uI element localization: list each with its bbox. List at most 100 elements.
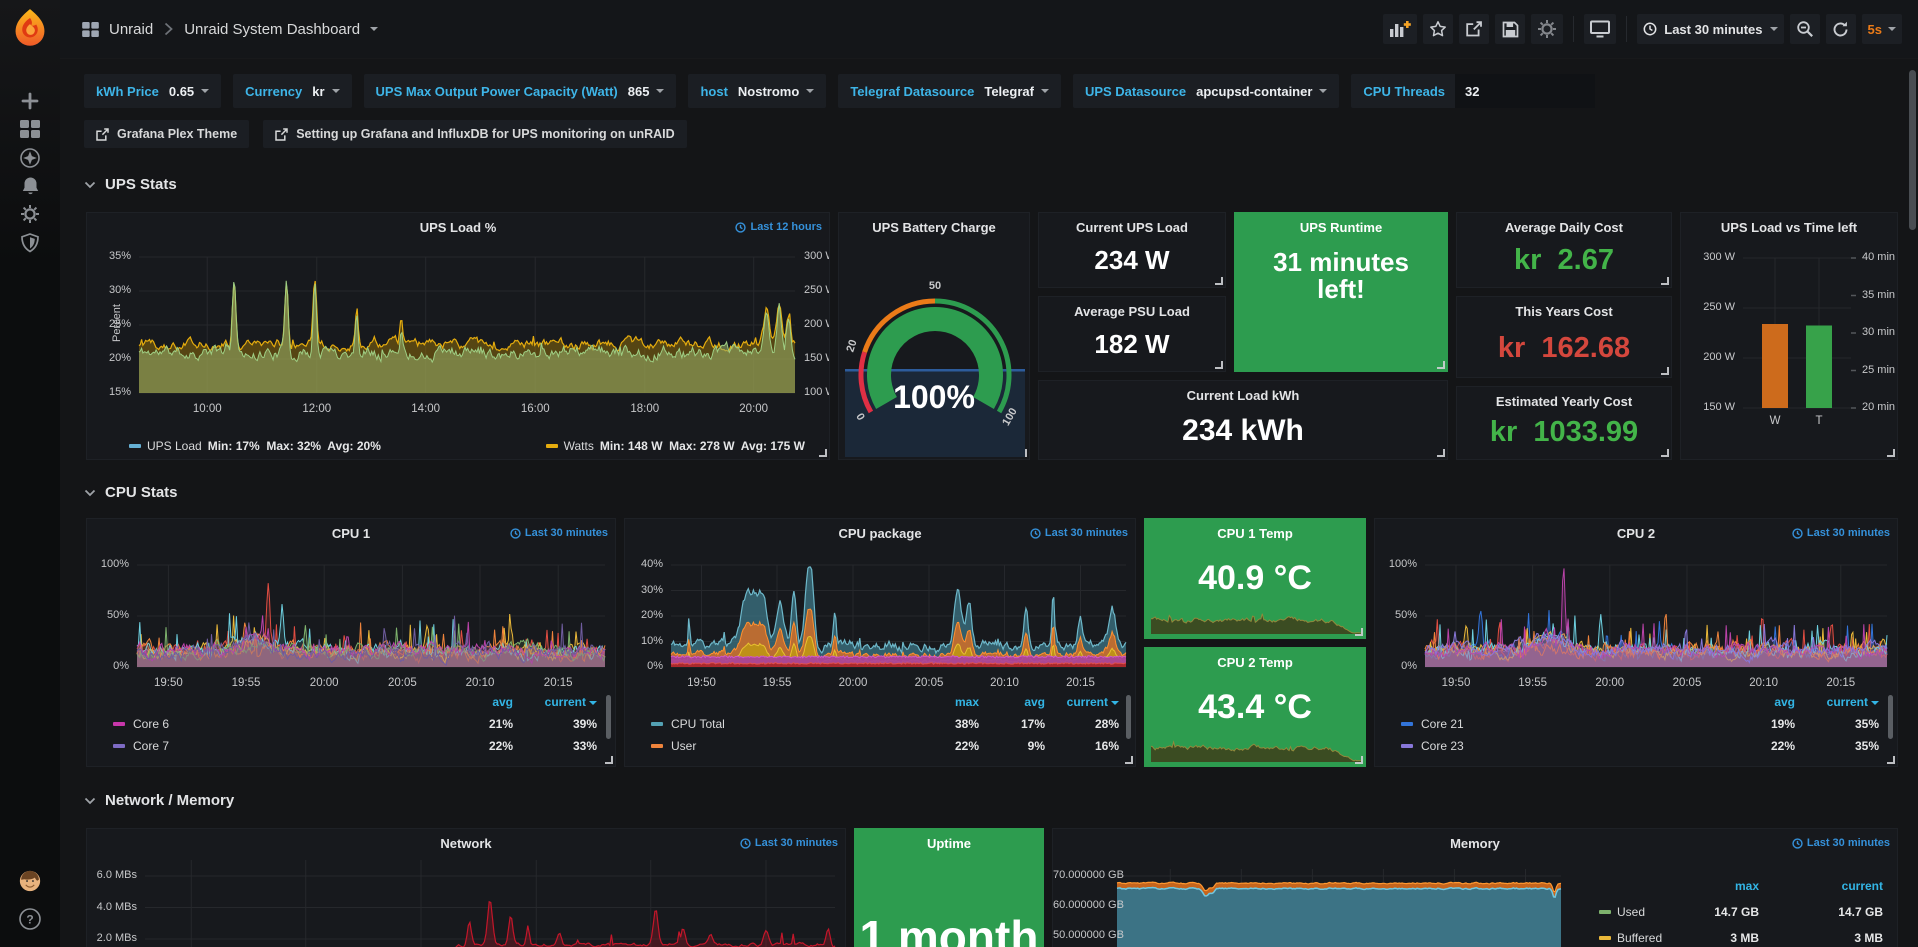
explore-icon[interactable] — [19, 147, 41, 169]
panel-resize-handle[interactable] — [1661, 367, 1669, 375]
star-icon[interactable] — [1423, 14, 1453, 44]
cpu_pkg-legend-cpu-total[interactable]: CPU Total — [671, 717, 725, 731]
battery-title[interactable]: UPS Battery Charge — [867, 220, 1001, 235]
variable-telegraf-datasource[interactable]: Telegraf DatasourceTelegraf — [838, 74, 1061, 108]
configuration-icon[interactable] — [19, 203, 41, 225]
mem-legend-used[interactable]: Used — [1617, 905, 1645, 919]
gauge-value: 100% — [839, 381, 1029, 415]
cycle-view-icon[interactable] — [1584, 14, 1616, 44]
page-scrollbar[interactable] — [1909, 70, 1916, 230]
legend-swatch — [651, 744, 663, 748]
panel-resize-handle[interactable] — [1661, 277, 1669, 285]
refresh-interval-picker[interactable]: 5s — [1862, 14, 1902, 44]
ups_load-title[interactable]: UPS Load % — [115, 220, 801, 235]
cpu1-ytick-left: 50% — [87, 609, 129, 621]
dashboards-icon[interactable] — [19, 118, 41, 140]
user-avatar[interactable] — [19, 870, 41, 892]
avg_psu-title[interactable]: Average PSU Load — [1067, 304, 1197, 319]
ups_bar-title[interactable]: UPS Load vs Time left — [1709, 220, 1869, 235]
grafana-logo-icon[interactable] — [12, 8, 48, 48]
breadcrumb-root[interactable]: Unraid — [109, 21, 153, 38]
variable-value[interactable]: 865 — [628, 84, 665, 99]
years-title[interactable]: This Years Cost — [1485, 304, 1643, 319]
chevron-down-icon[interactable] — [370, 27, 378, 31]
zoom-out-icon[interactable] — [1790, 14, 1820, 44]
legend-value: 22% — [909, 739, 979, 753]
panel-resize-handle[interactable] — [1661, 449, 1669, 457]
panel-resize-handle[interactable] — [1437, 449, 1445, 457]
cpu2-legend-core-21[interactable]: Core 21 — [1421, 717, 1464, 731]
cpu_pkg-legend-col-current[interactable]: current — [1049, 695, 1119, 709]
section-header-ups-stats[interactable]: UPS Stats — [84, 176, 177, 193]
cpu_pkg-legend-user[interactable]: User — [671, 739, 696, 753]
cpu_pkg-legend-col-max[interactable]: max — [909, 695, 979, 709]
legend-item[interactable]: WattsMin: 148 W Max: 278 W Avg: 175 W — [546, 439, 805, 453]
mem-legend-buffered[interactable]: Buffered — [1617, 931, 1662, 945]
variable-host[interactable]: hostNostromo — [688, 74, 826, 108]
legend-value: 22% — [1725, 739, 1795, 753]
cpu1-legend-col-avg[interactable]: avg — [443, 695, 513, 709]
cpu_pkg-time-range: Last 30 minutes — [1030, 527, 1128, 539]
cur_kwh-title[interactable]: Current Load kWh — [1067, 388, 1419, 403]
variable-input[interactable]: 32 — [1455, 74, 1595, 108]
uptime-value: 1 month 1 — [855, 913, 1043, 947]
time-range-picker[interactable]: Last 30 minutes — [1637, 14, 1783, 44]
variable-kwh-price[interactable]: kWh Price0.65 — [84, 74, 221, 108]
mem-legend-col-max[interactable]: max — [1679, 879, 1759, 893]
variable-ups-datasource[interactable]: UPS Datasourceapcupsd-container — [1073, 74, 1339, 108]
cpu1-legend-core-7[interactable]: Core 7 — [133, 739, 169, 753]
save-icon[interactable] — [1495, 14, 1525, 44]
panel-resize-handle[interactable] — [1437, 361, 1445, 369]
variable-currency[interactable]: Currencykr — [233, 74, 351, 108]
help-icon[interactable]: ? — [19, 908, 41, 930]
dashboard-link[interactable]: Grafana Plex Theme — [84, 120, 249, 148]
yearly-title[interactable]: Estimated Yearly Cost — [1485, 394, 1643, 409]
cpu2-legend-core-23[interactable]: Core 23 — [1421, 739, 1464, 753]
legend-value: 33% — [527, 739, 597, 753]
shield-icon[interactable] — [19, 232, 41, 254]
alerting-icon[interactable] — [19, 175, 41, 197]
dashboard-title[interactable]: Unraid System Dashboard — [184, 21, 360, 38]
variable-value[interactable]: Nostromo — [738, 84, 814, 99]
daily-title[interactable]: Average Daily Cost — [1485, 220, 1643, 235]
refresh-icon[interactable] — [1826, 14, 1856, 44]
cpu2-legend-col-avg[interactable]: avg — [1725, 695, 1795, 709]
legend-item[interactable]: UPS LoadMin: 17% Max: 32% Avg: 20% — [129, 439, 381, 453]
legend-value: 21% — [443, 717, 513, 731]
section-header-network-memory[interactable]: Network / Memory — [84, 792, 234, 809]
add-panel-icon[interactable] — [1383, 14, 1417, 44]
variable-cpu-threads[interactable]: CPU Threads32 — [1351, 74, 1595, 108]
plus-icon[interactable] — [19, 90, 41, 112]
settings-icon[interactable] — [1531, 14, 1563, 44]
cpu_pkg-legend-scrollbar[interactable] — [1126, 695, 1131, 739]
cur_load-title[interactable]: Current UPS Load — [1067, 220, 1197, 235]
t2-title[interactable]: CPU 2 Temp — [1173, 655, 1337, 670]
mem-title[interactable]: Memory — [1081, 836, 1869, 851]
t1-title[interactable]: CPU 1 Temp — [1173, 526, 1337, 541]
panel-resize-handle[interactable] — [1215, 277, 1223, 285]
net-title[interactable]: Network — [115, 836, 817, 851]
dashboard-link[interactable]: Setting up Grafana and InfluxDB for UPS … — [263, 120, 686, 148]
legend-swatch — [1401, 722, 1413, 726]
variable-ups-max-output-power-capacity-watt-[interactable]: UPS Max Output Power Capacity (Watt)865 — [364, 74, 677, 108]
panel-resize-handle[interactable] — [1215, 361, 1223, 369]
mem-legend-col-current[interactable]: current — [1803, 879, 1883, 893]
variable-value[interactable]: kr — [312, 84, 339, 99]
cur_kwh-panel: Current Load kWh234 kWh — [1038, 380, 1448, 460]
variable-value[interactable]: apcupsd-container — [1196, 84, 1327, 99]
variable-value[interactable]: 0.65 — [169, 84, 209, 99]
cpu1-legend-col-current[interactable]: current — [527, 695, 597, 709]
legend-value: 35% — [1809, 739, 1879, 753]
cpu_pkg-legend-col-avg[interactable]: avg — [975, 695, 1045, 709]
cpu1-legend-core-6[interactable]: Core 6 — [133, 717, 169, 731]
cpu2-legend-scrollbar[interactable] — [1888, 695, 1893, 739]
cpu1-legend-scrollbar[interactable] — [606, 695, 611, 739]
runtime-title[interactable]: UPS Runtime — [1263, 220, 1419, 235]
chevron-down-icon — [332, 89, 340, 93]
cpu2-legend-col-current[interactable]: current — [1809, 695, 1879, 709]
variable-value[interactable]: Telegraf — [984, 84, 1049, 99]
apps-grid-icon[interactable] — [82, 22, 99, 37]
share-icon[interactable] — [1459, 14, 1489, 44]
section-header-cpu-stats[interactable]: CPU Stats — [84, 484, 178, 501]
uptime-title[interactable]: Uptime — [883, 836, 1015, 851]
